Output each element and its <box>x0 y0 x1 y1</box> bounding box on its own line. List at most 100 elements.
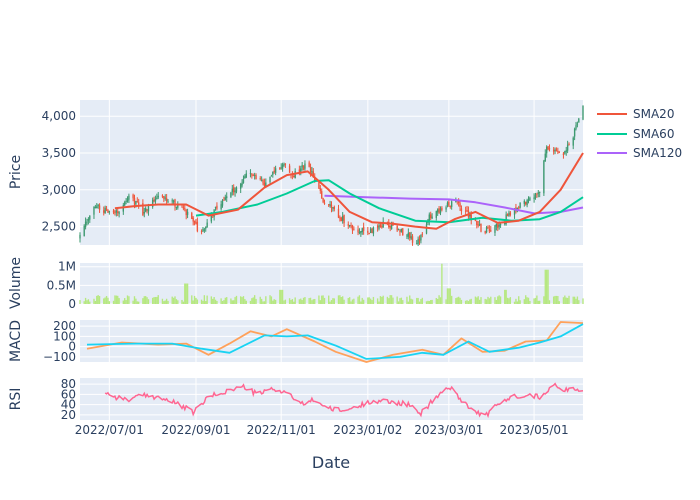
volume-bar <box>301 300 303 304</box>
volume-bar <box>552 296 555 304</box>
candle-up <box>358 232 361 234</box>
candle-down <box>112 210 115 213</box>
volume-bar <box>161 298 164 304</box>
legend-item-sma20[interactable]: SMA20 <box>597 107 674 121</box>
volume-bar <box>328 295 330 304</box>
volume-bar <box>537 300 539 304</box>
volume-bar <box>361 297 363 304</box>
candle-down <box>379 224 382 228</box>
volume-bar <box>407 301 410 304</box>
candle-up <box>544 153 546 162</box>
volume-bar <box>400 297 403 304</box>
candle-down <box>340 217 342 222</box>
candle-down <box>323 202 326 204</box>
volume-bar <box>470 298 472 304</box>
legend-item-sma60[interactable]: SMA60 <box>597 127 674 141</box>
candle-down <box>555 149 558 152</box>
candle-down <box>191 212 193 219</box>
volume-bar <box>314 298 316 304</box>
candle-up <box>177 205 179 208</box>
volume-bar <box>103 298 105 304</box>
candle-up <box>234 190 236 193</box>
volume-bar <box>543 296 545 304</box>
candle-up <box>203 229 206 231</box>
volume-bar <box>534 297 537 304</box>
volume-bar <box>115 295 118 304</box>
volume-bar <box>485 299 488 304</box>
volume-bar <box>568 295 570 304</box>
volume-bar <box>322 295 324 304</box>
candle-up <box>478 224 481 226</box>
candle-up <box>231 188 233 193</box>
candle-up <box>529 197 531 201</box>
candle-down <box>163 196 165 199</box>
candle-down <box>466 210 468 212</box>
volume-bar <box>165 298 168 304</box>
candle-up <box>226 196 228 199</box>
candle-up <box>573 128 576 137</box>
candle-down <box>251 174 253 176</box>
candle-down <box>107 209 109 213</box>
volume-bar <box>533 298 535 304</box>
volume-bar <box>251 298 253 304</box>
candle-down <box>368 233 370 235</box>
candle-up <box>89 215 91 220</box>
candle-down <box>367 230 369 233</box>
volume-bar <box>142 298 144 304</box>
candle-up <box>369 228 372 233</box>
volume-bar <box>445 299 447 304</box>
candle-down <box>153 199 155 202</box>
candle-down <box>333 206 335 210</box>
candle-up <box>329 204 331 206</box>
candle-up <box>361 228 363 233</box>
volume-bar <box>164 300 166 304</box>
volume-bar <box>321 295 323 304</box>
volume-bar <box>319 300 322 304</box>
candle-down <box>273 170 275 173</box>
legend-item-sma120[interactable]: SMA120 <box>597 146 682 160</box>
x-tick-label: 2022/09/01 <box>161 423 230 437</box>
legend[interactable]: SMA20 SMA60 SMA120 <box>597 107 682 160</box>
x-axis-title: Date <box>312 453 350 472</box>
candle-down <box>182 206 185 209</box>
candle-down <box>98 205 101 210</box>
volume-bar <box>128 296 130 304</box>
candle-down <box>389 226 391 228</box>
volume-bar <box>213 296 215 304</box>
chart-root: 2022/07/01 2022/09/01 2022/11/01 2023/01/02… <box>0 0 700 500</box>
candle-down <box>262 180 264 184</box>
candle-up <box>135 201 137 205</box>
candle-up <box>86 221 88 223</box>
candle-up <box>154 198 157 202</box>
volume-bar <box>381 296 383 304</box>
volume-bar <box>333 298 335 304</box>
candle-up <box>221 200 224 206</box>
volume-bar <box>252 297 254 304</box>
volume-bar <box>97 295 99 304</box>
volume-bar <box>358 295 361 304</box>
volume-bar <box>293 301 295 304</box>
volume-bar <box>83 301 85 304</box>
volume-bar <box>223 300 225 304</box>
candle-up <box>572 137 574 146</box>
candle-up <box>84 221 87 228</box>
candle-up <box>157 195 159 198</box>
candle-up <box>397 228 400 230</box>
candle-up <box>545 146 548 154</box>
candle-up <box>494 225 496 233</box>
candle-down <box>459 203 461 208</box>
volume-bar <box>348 297 351 304</box>
volume-bar <box>515 298 517 304</box>
volume-bar <box>378 301 380 304</box>
volume-bar <box>388 298 390 304</box>
candle-up <box>304 163 306 169</box>
candle-up <box>498 224 500 227</box>
candle-down <box>464 210 467 212</box>
candle-up <box>332 207 334 209</box>
candle-down <box>200 231 203 233</box>
x-tick-label: 2023/05/01 <box>500 423 569 437</box>
volume-bar <box>98 296 101 304</box>
volume-bar <box>506 297 509 304</box>
candle-down <box>396 225 398 231</box>
candle-up <box>485 227 488 233</box>
